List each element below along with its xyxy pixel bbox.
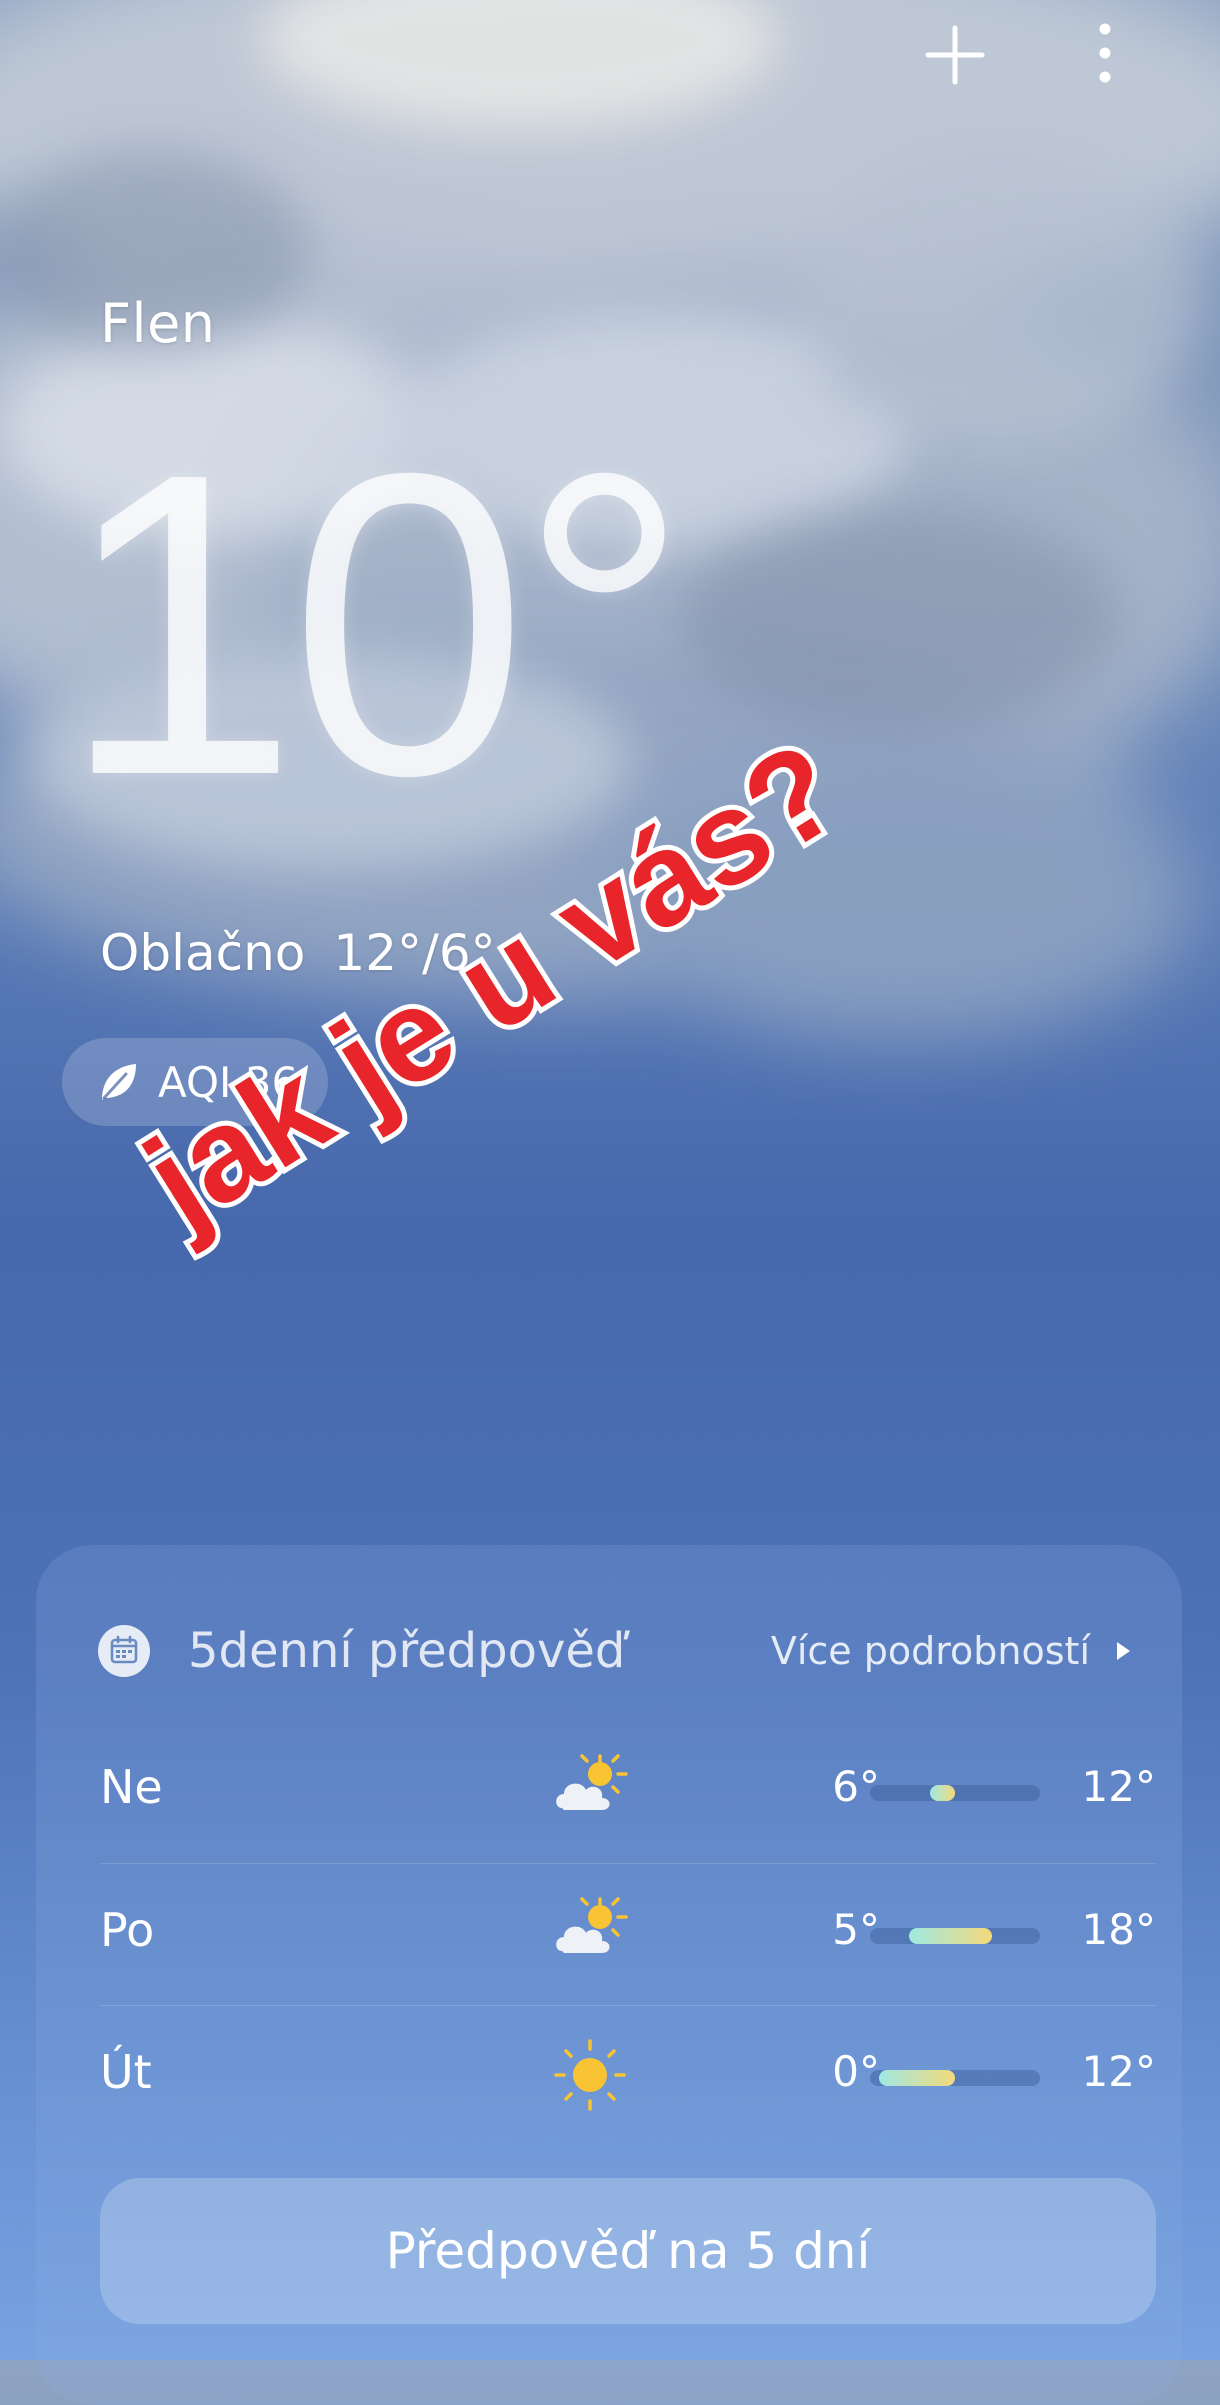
more-details-link[interactable]: Více podrobností xyxy=(771,1629,1132,1673)
forecast-title: 5denní předpověď xyxy=(188,1623,626,1679)
temperature-range-bar xyxy=(870,1785,1040,1801)
forecast-header: 5denní předpověď Více podrobností xyxy=(36,1545,1182,1695)
more-details-label: Více podrobností xyxy=(770,1629,1090,1673)
arrow-right-icon xyxy=(1117,1642,1130,1660)
add-location-icon[interactable] xyxy=(920,20,990,90)
temperature-range-fill xyxy=(929,1785,955,1801)
temperature-range-bar xyxy=(870,2070,1040,2086)
forecast-low: 6° xyxy=(832,1762,880,1811)
forecast-low: 5° xyxy=(832,1905,880,1954)
sun-icon xyxy=(554,2039,626,2111)
forecast-high: 18° xyxy=(1081,1905,1156,1954)
current-temperature: 10° xyxy=(60,385,690,865)
location-name: Flen xyxy=(100,292,216,355)
forecast-day: Po xyxy=(100,1903,155,1957)
partly-cloudy-icon xyxy=(556,1897,628,1953)
forecast-high: 12° xyxy=(1081,2047,1156,2096)
leaf-icon xyxy=(102,1064,136,1100)
forecast-row[interactable]: Po 5° 18° xyxy=(100,1863,1156,2005)
forecast-day: Út xyxy=(100,2045,152,2099)
condition-text: Oblačno xyxy=(100,924,306,982)
top-bar xyxy=(0,0,1220,110)
partly-cloudy-icon xyxy=(556,1754,628,1810)
forecast-high: 12° xyxy=(1081,1762,1156,1811)
calendar-icon xyxy=(98,1625,150,1677)
forecast-day: Ne xyxy=(100,1760,163,1814)
temperature-range-fill xyxy=(909,1928,993,1944)
more-options-icon[interactable] xyxy=(1085,15,1125,95)
forecast-card: 5denní předpověď Více podrobností Ne 6° … xyxy=(36,1545,1182,2405)
forecast-low: 0° xyxy=(832,2047,880,2096)
temperature-range-bar xyxy=(870,1928,1040,1944)
forecast-row[interactable]: Ne 6° 12° xyxy=(100,1720,1156,1862)
temperature-range-fill xyxy=(878,2070,955,2086)
five-day-forecast-button[interactable]: Předpověď na 5 dní xyxy=(100,2178,1156,2324)
forecast-row[interactable]: Út 0° 12° xyxy=(100,2005,1156,2147)
